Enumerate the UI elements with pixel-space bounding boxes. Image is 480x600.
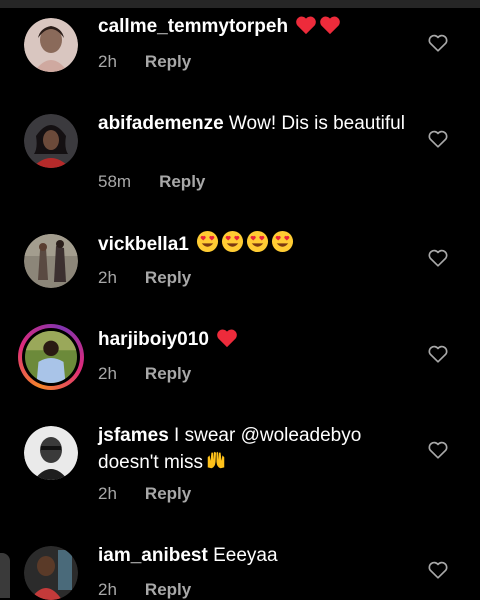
reply-button[interactable]: Reply: [145, 268, 191, 288]
username[interactable]: callme_temmytorpeh: [98, 16, 288, 37]
timestamp: 2h: [98, 580, 117, 599]
comment-meta: 2h Reply: [98, 268, 191, 288]
comment-text: jsfames I swear @woleadebyo doesn't miss: [98, 423, 408, 479]
comment-text: abifademenze Wow! Dis is beautiful: [98, 111, 408, 137]
reply-button[interactable]: Reply: [145, 364, 191, 384]
heart-eyes-emoji-icon: [221, 230, 244, 261]
reply-button[interactable]: Reply: [145, 580, 191, 600]
reply-button[interactable]: Reply: [159, 172, 205, 192]
raised-hands-emoji-icon: [205, 449, 227, 479]
timestamp: 2h: [98, 268, 117, 287]
username[interactable]: abifademenze: [98, 113, 224, 134]
comment-meta: 2h Reply: [98, 484, 191, 504]
comment-meta: 2h Reply: [98, 580, 191, 600]
like-heart-icon[interactable]: [427, 559, 449, 581]
comment-meta: 2h Reply: [98, 364, 191, 384]
username[interactable]: vickbella1: [98, 234, 189, 255]
scroll-edge-handle: [0, 553, 10, 598]
comment-text: callme_temmytorpeh: [98, 14, 408, 43]
avatar[interactable]: [24, 426, 78, 480]
avatar[interactable]: [24, 18, 78, 72]
red-heart-icon: [295, 15, 317, 43]
avatar[interactable]: [24, 234, 78, 288]
heart-eyes-emoji-icon: [271, 230, 294, 261]
timestamp: 2h: [98, 52, 117, 71]
timestamp: 2h: [98, 484, 117, 503]
like-heart-icon[interactable]: [427, 128, 449, 150]
like-heart-icon[interactable]: [427, 343, 449, 365]
like-heart-icon[interactable]: [427, 247, 449, 269]
red-heart-icon: [319, 15, 341, 43]
avatar[interactable]: [24, 546, 78, 600]
story-ring-avatar[interactable]: [18, 324, 84, 390]
username[interactable]: iam_anibest: [98, 545, 208, 566]
comment-body: Wow! Dis is beautiful: [223, 113, 405, 134]
like-heart-icon[interactable]: [427, 32, 449, 54]
reply-button[interactable]: Reply: [145, 484, 191, 504]
comment-text: vickbella1: [98, 230, 408, 261]
username[interactable]: jsfames: [98, 425, 169, 446]
heart-eyes-emoji-icon: [196, 230, 219, 261]
username[interactable]: harjiboiy010: [98, 329, 209, 350]
top-divider-strip: [0, 0, 480, 8]
timestamp: 2h: [98, 364, 117, 383]
like-heart-icon[interactable]: [427, 439, 449, 461]
red-heart-icon: [216, 328, 238, 356]
reply-button[interactable]: Reply: [145, 52, 191, 72]
timestamp: 58m: [98, 172, 132, 191]
avatar[interactable]: [24, 114, 78, 168]
comment-meta: 2h Reply: [98, 52, 191, 72]
comment-body: Eeeyaa: [207, 545, 278, 566]
comment-meta: 58m Reply: [98, 172, 205, 192]
heart-eyes-emoji-icon: [246, 230, 269, 261]
comment-text: harjiboiy010: [98, 327, 408, 356]
comment-text: iam_anibest Eeeyaa: [98, 543, 408, 569]
